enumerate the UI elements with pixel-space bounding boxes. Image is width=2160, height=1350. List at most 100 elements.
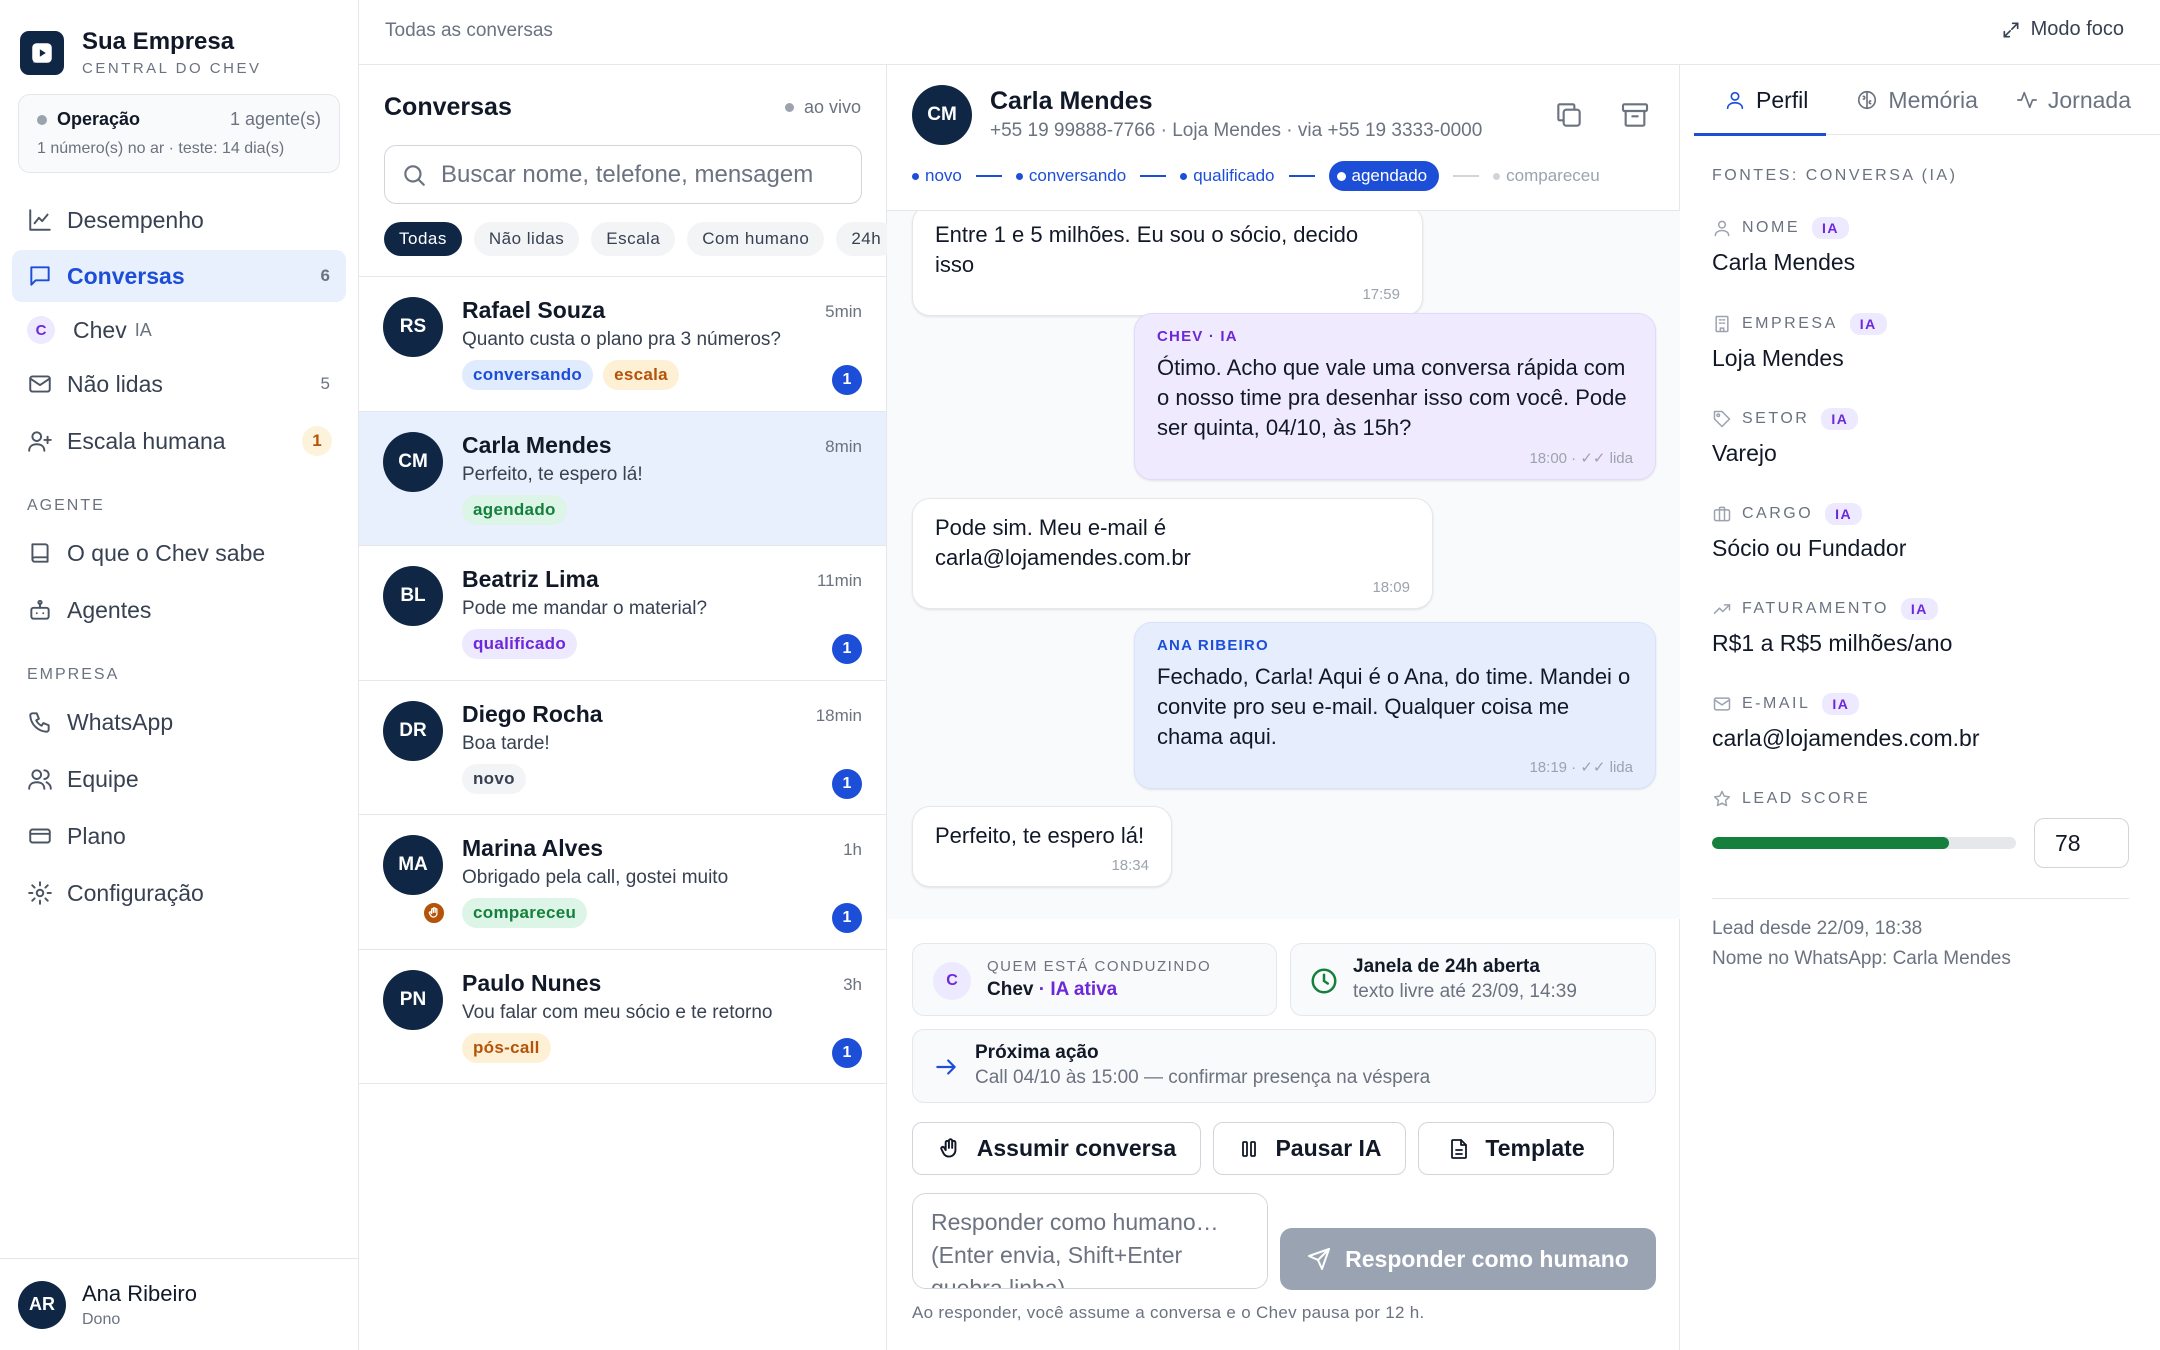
avatar: PN [383, 969, 443, 1030]
user-role: Dono [82, 1310, 121, 1328]
lead-score-input[interactable]: 78 [2034, 818, 2129, 868]
avatar: CM [912, 85, 972, 145]
contact-name: Beatriz Lima [462, 566, 599, 592]
nav-conversas[interactable]: Conversas 6 [12, 250, 346, 302]
message-time: 18:09 [1372, 579, 1410, 596]
stage-qualificado[interactable]: qualificado [1180, 166, 1275, 186]
conversation-row[interactable]: CM Carla Mendes 8min Perfeito, te espero… [359, 411, 886, 546]
nav-label: Conversas [67, 262, 185, 289]
timestamp: 8min [825, 436, 862, 456]
archive-icon[interactable] [1619, 99, 1651, 131]
ia-pill: IA [1812, 217, 1849, 239]
focus-mode-label: Modo foco [2030, 18, 2124, 40]
field-label: CARGO [1742, 505, 1814, 522]
user-icon [1714, 220, 1730, 237]
copy-icon[interactable] [1553, 99, 1585, 131]
nav-chev[interactable]: C Chev IA [12, 304, 346, 356]
reply-textarea[interactable] [912, 1193, 1268, 1289]
pause-icon [1242, 1140, 1257, 1157]
hand-icon [940, 1137, 957, 1158]
chev-avatar: C [27, 316, 55, 344]
field-cargo: CARGO IA Sócio ou Fundador [1712, 503, 1906, 562]
pause-ai-button[interactable]: Pausar IA [1213, 1122, 1406, 1175]
stage-conversando[interactable]: conversando [1015, 166, 1126, 186]
conversation-row[interactable]: MA Marina Alves 1h Obrigado pela call, g… [359, 815, 886, 950]
building-icon [1715, 315, 1729, 333]
stage-label: compareceu [1506, 166, 1600, 185]
topbar: Todas as conversas Modo foco [359, 0, 2160, 65]
ia-pill: IA [1849, 313, 1887, 335]
message-preview: Quanto custa o plano pra 3 números? [462, 329, 781, 350]
page-title: Todas as conversas [385, 20, 553, 41]
field-label: FATURAMENTO [1742, 600, 1889, 617]
conversation-row[interactable]: BL Beatriz Lima 11min Pode me mandar o m… [359, 546, 886, 681]
window-title: Janela de 24h aberta [1353, 956, 1540, 977]
nav-label: Agentes [67, 596, 152, 623]
contact-details: +55 19 99888-7766 · Loja Mendes · via +5… [990, 120, 1483, 141]
bot-icon [30, 599, 50, 620]
nav-label: Não lidas [67, 370, 163, 397]
nav-label: Chev [73, 316, 127, 343]
avatar: RS [383, 297, 443, 357]
stage-label: agendado [1351, 166, 1428, 185]
avatar: DR [383, 700, 443, 761]
tab-perfil[interactable]: Perfil [1694, 65, 1827, 136]
stage-compareceu[interactable]: compareceu [1493, 166, 1600, 186]
users-icon [28, 769, 52, 790]
filter-escala[interactable]: Escala [591, 222, 676, 256]
avatar: BL [383, 566, 443, 626]
book-icon [31, 543, 49, 563]
tab-memoria[interactable]: Memória [1826, 65, 1995, 135]
filter-com-humano[interactable]: Com humano [687, 222, 825, 256]
stage-tag: novo [462, 763, 526, 794]
field-label: EMPRESA [1742, 315, 1838, 332]
contact-name: Carla Mendes [990, 87, 1153, 115]
filter-chips: Todas Não lidas Escala Com humano 24h [384, 222, 887, 256]
send-reply-button[interactable]: Responder como humano [1280, 1228, 1656, 1290]
field-label: LEAD SCORE [1742, 790, 1871, 807]
filter-todas[interactable]: Todas [384, 222, 462, 256]
live-label: ao vivo [803, 97, 861, 117]
conversation-row[interactable]: DR Diego Rocha 18min Boa tarde! novo 1 [359, 681, 886, 815]
conversation-rows: RS Rafael Souza 5min Quanto custa o plan… [359, 276, 886, 1084]
assume-conversation-button[interactable]: Assumir conversa [912, 1122, 1201, 1175]
nav-agentes[interactable]: Agentes [12, 584, 346, 636]
nav-o-que-chev-sabe[interactable]: O que o Chev sabe [12, 527, 346, 579]
search-input[interactable] [441, 160, 841, 189]
template-button[interactable]: Template [1418, 1122, 1614, 1175]
field-email: E-MAIL IA carla@lojamendes.com.br [1712, 693, 1980, 752]
tab-jornada[interactable]: Jornada [1996, 65, 2149, 135]
window-sub: texto livre até 23/09, 14:39 [1353, 981, 1577, 1002]
nav-label: Desempenho [67, 206, 204, 233]
contact-name: Marina Alves [462, 835, 604, 861]
conducting-card: C QUEM ESTÁ CONDUZINDO Chev · IA ativa [912, 943, 1277, 1016]
operation-status[interactable]: Operação 1 agente(s) 1 número(s) no ar ·… [18, 94, 340, 173]
search-box[interactable] [384, 145, 862, 204]
current-user[interactable]: AR Ana Ribeiro Dono [0, 1258, 359, 1350]
filter-24h[interactable]: 24h [836, 222, 887, 256]
nav-whatsapp[interactable]: WhatsApp [12, 696, 346, 748]
message-preview: Perfeito, te espero lá! [462, 463, 643, 485]
arrow-right-icon [936, 1059, 956, 1075]
field-label: E-MAIL [1742, 695, 1811, 712]
button-label: Template [1485, 1135, 1585, 1161]
conversation-row[interactable]: PN Paulo Nunes 3h Vou falar com meu sóci… [359, 950, 886, 1084]
message-preview: Boa tarde! [462, 732, 550, 754]
nav-plano[interactable]: Plano [12, 810, 346, 862]
nav-escala-humana[interactable]: Escala humana 1 [12, 415, 346, 467]
stage-novo[interactable]: novo [912, 166, 962, 186]
filter-nao-lidas[interactable]: Não lidas [473, 222, 580, 256]
field-value: carla@lojamendes.com.br [1712, 725, 1980, 751]
profile-panel: Perfil Memória Jornada FONTES: CONVERSA … [1680, 65, 2160, 1350]
nav-nao-lidas[interactable]: Não lidas 5 [12, 358, 346, 410]
stage-agendado[interactable]: agendado [1328, 161, 1440, 191]
nav-configuracao[interactable]: Configuração [12, 867, 346, 919]
message-thread: Entre 1 e 5 milhões. Eu sou o sócio, dec… [887, 211, 1680, 919]
brand-name: Sua Empresa [82, 28, 235, 55]
nav-equipe[interactable]: Equipe [12, 753, 346, 805]
user-plus-icon [28, 431, 52, 452]
focus-mode-button[interactable]: Modo foco [2001, 18, 2124, 41]
conversation-row[interactable]: RS Rafael Souza 5min Quanto custa o plan… [359, 277, 886, 412]
nav-desempenho[interactable]: Desempenho [12, 194, 346, 246]
unread-badge: 1 [832, 634, 862, 664]
